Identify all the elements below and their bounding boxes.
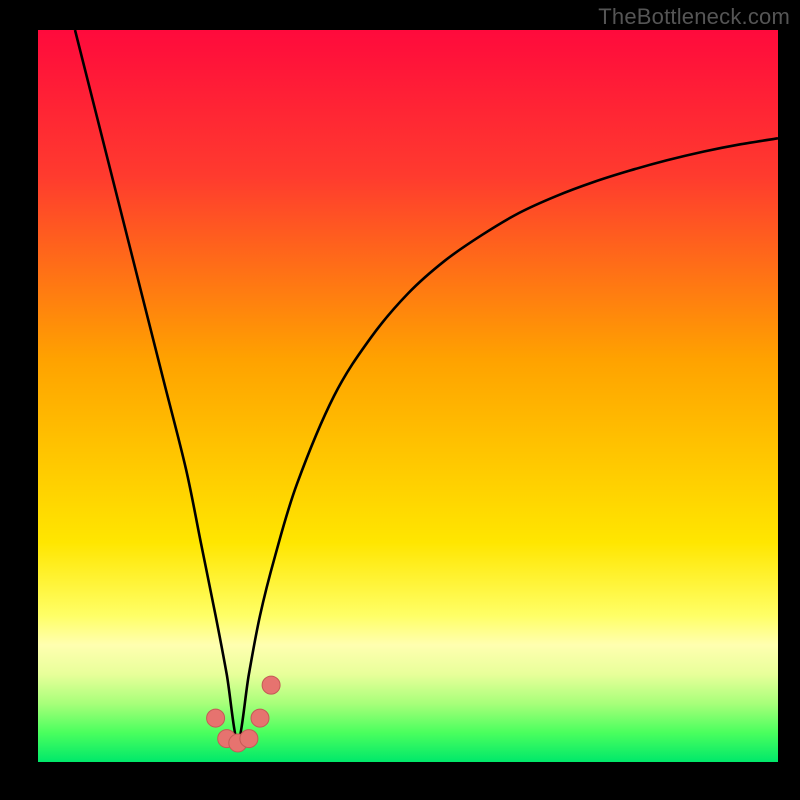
marker-point: [207, 709, 225, 727]
bottleneck-chart: [0, 0, 800, 800]
marker-point: [251, 709, 269, 727]
chart-frame: TheBottleneck.com: [0, 0, 800, 800]
plot-background: [38, 30, 778, 762]
marker-point: [240, 730, 258, 748]
watermark-text: TheBottleneck.com: [598, 4, 790, 30]
marker-point: [262, 676, 280, 694]
